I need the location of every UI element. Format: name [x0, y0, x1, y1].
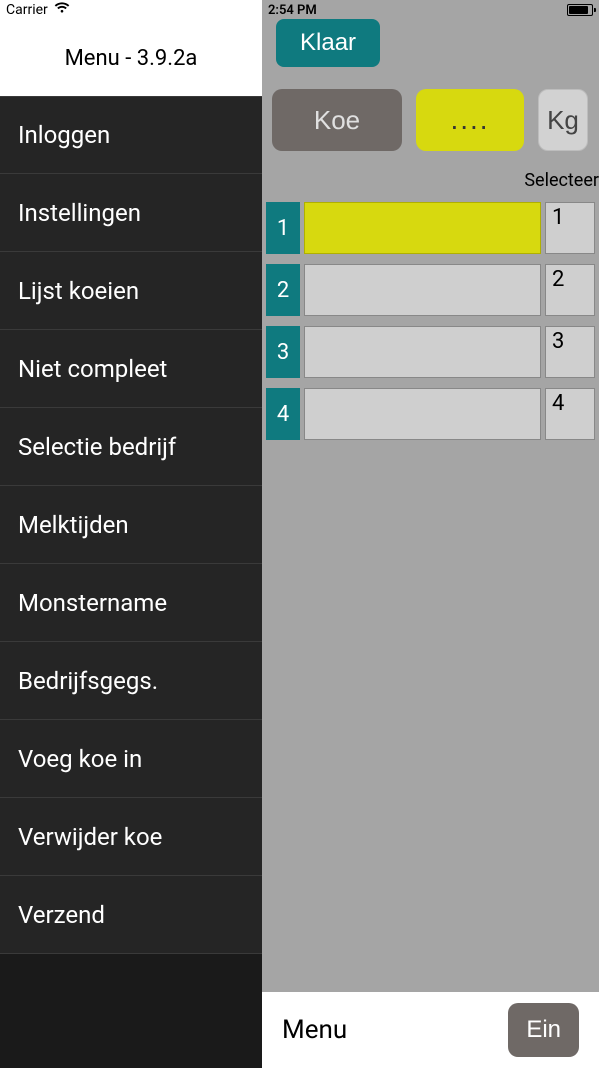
sidebar-item-label: Melktijden [18, 511, 129, 539]
header-kg-button[interactable]: Kg [538, 89, 588, 151]
row-number: 4 [266, 388, 300, 440]
carrier-label: Carrier [6, 2, 48, 18]
table-row[interactable]: 3 3 [262, 326, 599, 378]
sidebar-item-instellingen[interactable]: Instellingen [0, 174, 262, 252]
sidebar-item-lijst-koeien[interactable]: Lijst koeien [0, 252, 262, 330]
menu-button[interactable]: Menu [282, 1015, 347, 1045]
sidebar-item-monstername[interactable]: Monstername [0, 564, 262, 642]
row-number: 3 [266, 326, 300, 378]
row-field-mid[interactable] [304, 264, 541, 316]
sidebar-item-inloggen[interactable]: Inloggen [0, 96, 262, 174]
sidebar-item-label: Verzend [18, 901, 105, 929]
wifi-icon [54, 2, 70, 18]
sidebar-item-label: Voeg koe in [18, 745, 142, 773]
klaar-button[interactable]: Klaar [276, 19, 380, 67]
sidebar-item-label: Lijst koeien [18, 277, 139, 305]
sidebar-item-label: Monstername [18, 589, 167, 617]
status-bar-left: Carrier [0, 0, 262, 20]
sidebar-item-verwijder-koe[interactable]: Verwijder koe [0, 798, 262, 876]
sidebar-item-selectie-bedrijf[interactable]: Selectie bedrijf [0, 408, 262, 486]
row-field-right[interactable]: 3 [545, 326, 595, 378]
row-number: 1 [266, 202, 300, 254]
ein-button[interactable]: Ein [508, 1003, 579, 1057]
sidebar: Carrier Menu - 3.9.2a Inloggen Instellin… [0, 0, 262, 1068]
column-headers: Koe .... Kg [262, 85, 599, 155]
row-field-right[interactable]: 1 [545, 202, 595, 254]
sidebar-item-niet-compleet[interactable]: Niet compleet [0, 330, 262, 408]
row-number: 2 [266, 264, 300, 316]
sidebar-item-label: Instellingen [18, 199, 141, 227]
selecteer-label: Selecteer [524, 170, 599, 191]
sidebar-item-label: Niet compleet [18, 355, 167, 383]
table-row[interactable]: 4 4 [262, 388, 599, 440]
row-field-mid[interactable] [304, 202, 541, 254]
sidebar-item-label: Inloggen [18, 121, 110, 149]
row-field-mid[interactable] [304, 388, 541, 440]
header-koe-button[interactable]: Koe [272, 89, 402, 151]
sidebar-title: Menu - 3.9.2a [0, 20, 262, 96]
sidebar-item-label: Verwijder koe [18, 823, 162, 851]
sidebar-item-voeg-koe-in[interactable]: Voeg koe in [0, 720, 262, 798]
bottom-bar: Menu Ein [262, 992, 599, 1068]
menu-list: Inloggen Instellingen Lijst koeien Niet … [0, 96, 262, 1068]
data-rows: 1 1 2 2 3 3 4 4 [262, 202, 599, 450]
sidebar-item-verzend[interactable]: Verzend [0, 876, 262, 954]
row-field-right[interactable]: 2 [545, 264, 595, 316]
sidebar-header: Carrier Menu - 3.9.2a [0, 0, 262, 96]
table-row[interactable]: 2 2 [262, 264, 599, 316]
row-field-mid[interactable] [304, 326, 541, 378]
table-row[interactable]: 1 1 [262, 202, 599, 254]
header-dots-button[interactable]: .... [416, 89, 524, 151]
top-bar: Klaar [262, 0, 599, 75]
sidebar-item-label: Selectie bedrijf [18, 433, 176, 461]
sidebar-item-label: Bedrijfsgegs. [18, 667, 158, 695]
sidebar-item-bedrijfsgegs[interactable]: Bedrijfsgegs. [0, 642, 262, 720]
row-field-right[interactable]: 4 [545, 388, 595, 440]
sidebar-item-melktijden[interactable]: Melktijden [0, 486, 262, 564]
